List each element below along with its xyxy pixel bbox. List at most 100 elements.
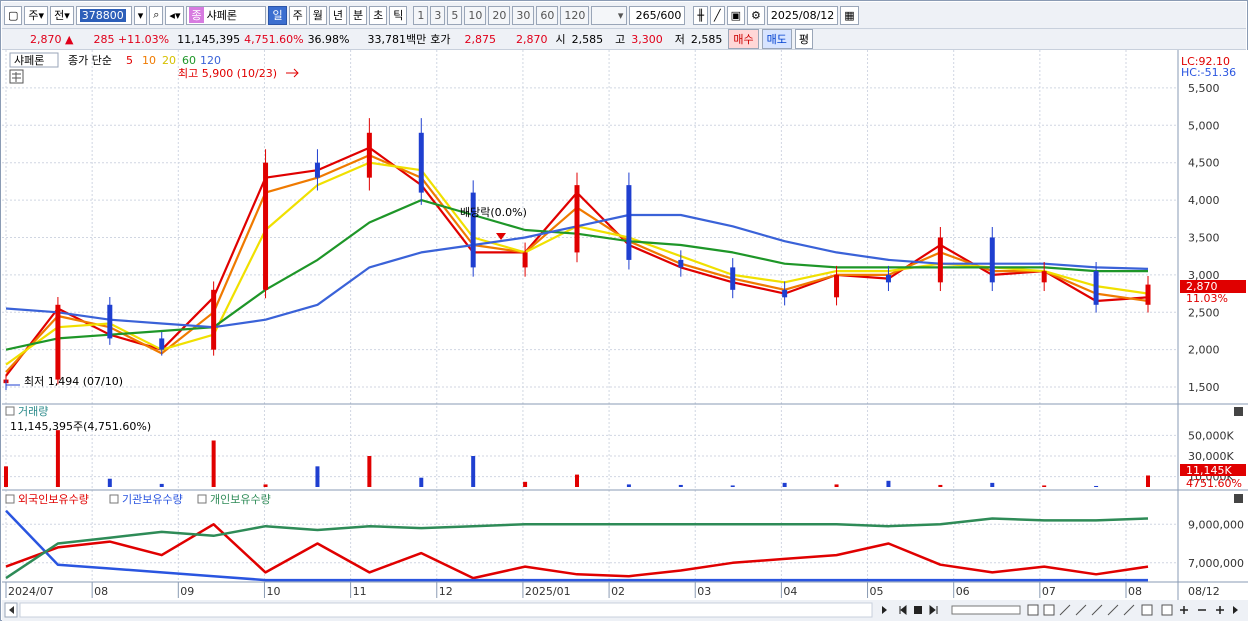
volume-bar: [990, 482, 995, 487]
close-panel-icon[interactable]: [1234, 494, 1243, 503]
low-label: 저: [674, 33, 685, 46]
code-input[interactable]: 378800: [75, 5, 132, 25]
volume-bar: [159, 483, 164, 487]
close-panel-icon[interactable]: [1234, 407, 1243, 416]
ma-title[interactable]: 종가 단순: [68, 54, 112, 67]
period-year-button[interactable]: 년: [328, 5, 347, 25]
count-field[interactable]: 265/600: [629, 5, 686, 25]
candle-body: [418, 132, 424, 193]
volume-bar: [315, 466, 320, 487]
gear-icon[interactable]: ⚙: [747, 5, 765, 25]
period-minute-button[interactable]: 분: [348, 5, 368, 25]
ma-120-label[interactable]: 120: [200, 54, 221, 67]
price-tick-label: 3,500: [1188, 231, 1220, 244]
split-icon[interactable]: [1043, 604, 1055, 616]
volume-bar: [678, 484, 683, 487]
volume-title[interactable]: 거래량: [18, 405, 48, 418]
ma-20-label[interactable]: 20: [162, 54, 176, 67]
x-tick-label: 12: [439, 585, 453, 598]
volume-bar: [471, 456, 476, 487]
hoga-label: 호가: [430, 33, 451, 46]
save-icon[interactable]: ▣: [726, 5, 745, 25]
candle-body: [314, 162, 320, 178]
date-field[interactable]: 2025/08/12: [766, 5, 839, 25]
search-icon[interactable]: ⌕: [149, 5, 164, 25]
volume-bar: [523, 481, 528, 487]
stock-legend-name: 샤페론: [14, 54, 44, 67]
foreign-legend-box[interactable]: [5, 494, 15, 504]
eval-button[interactable]: 평: [794, 29, 813, 49]
period-month-button[interactable]: 월: [308, 5, 327, 25]
volume-bar: [575, 474, 579, 487]
x-tick-label: 05: [870, 585, 884, 598]
code-dropdown-icon[interactable]: ▾: [133, 5, 148, 25]
volume-bar: [886, 480, 891, 487]
period-second-button[interactable]: 초: [369, 5, 388, 25]
interval-60-button[interactable]: 60: [536, 5, 559, 25]
stock-name: 샤페론: [206, 9, 237, 22]
dividend-annotation: 배당락(0.0%): [460, 206, 527, 219]
candle-body: [263, 162, 269, 290]
interval-3-button[interactable]: 3: [430, 5, 446, 25]
price-tick-label: 4,000: [1188, 194, 1220, 207]
individual-holding-label[interactable]: 개인보유수량: [210, 493, 271, 506]
zoom-slider[interactable]: [951, 605, 1021, 615]
institution-holding-label[interactable]: 기관보유수량: [122, 493, 183, 506]
candle-body: [211, 289, 217, 350]
volume-bar: [1146, 475, 1150, 487]
scroll-track[interactable]: [19, 602, 873, 618]
interval-20-button[interactable]: 20: [488, 5, 511, 25]
volume-bar: [730, 485, 735, 487]
period-tick-button[interactable]: 틱: [389, 5, 408, 25]
price-tick-label: 4,500: [1188, 157, 1220, 170]
volume-bar: [626, 484, 631, 487]
volume-bar: [1042, 485, 1047, 487]
volume-bar: [938, 484, 943, 487]
individual-legend-box[interactable]: [197, 494, 207, 504]
volume-tick-label: 50,000K: [1188, 429, 1234, 442]
last-volume-pct: 4751.60%: [1186, 477, 1242, 490]
interval-1-button[interactable]: 1: [413, 5, 429, 25]
interval-custom-select[interactable]: ▾: [591, 5, 628, 25]
type-select[interactable]: 주 ▾: [24, 5, 49, 25]
x-tick-label: 09: [180, 585, 194, 598]
interval-120-button[interactable]: 120: [560, 5, 590, 25]
toolbar: ▢ 주 ▾ 전 ▾ 378800 ▾ ⌕ ◂▾ 종 샤페론 일 주 월 년 분 초…: [2, 2, 1246, 29]
candle-icon[interactable]: ╫: [693, 5, 708, 25]
price-change: 285 +11.03%: [93, 32, 170, 46]
interval-5-button[interactable]: 5: [447, 5, 463, 25]
chart-area[interactable]: 5,5005,0004,5004,0003,5003,0002,5002,000…: [2, 50, 1248, 621]
candle-body: [1145, 284, 1151, 305]
ma-10-label[interactable]: 10: [142, 54, 156, 67]
foreign-holding-label[interactable]: 외국인보유수량: [18, 493, 89, 506]
high-label: 고: [615, 33, 626, 46]
sound-icon[interactable]: ◂▾: [165, 5, 185, 25]
interval-30-button[interactable]: 30: [512, 5, 535, 25]
ma-5-label[interactable]: 5: [126, 54, 133, 67]
candle-body: [522, 252, 528, 268]
volume-bar: [1094, 485, 1099, 487]
period-week-button[interactable]: 주: [288, 5, 307, 25]
institution-legend-box[interactable]: [109, 494, 119, 504]
interval-10-button[interactable]: 10: [464, 5, 487, 25]
volume-bar: [55, 430, 60, 487]
copy-icon[interactable]: [1027, 604, 1039, 616]
ma-60-label[interactable]: 60: [182, 54, 196, 67]
draw-tool-icon[interactable]: ╱: [709, 5, 725, 25]
undo-icon[interactable]: [1141, 604, 1153, 616]
holding-tick-label: 7,000,000: [1188, 557, 1244, 570]
buy-button[interactable]: 매수: [728, 29, 759, 49]
x-tick-label: 02: [611, 585, 625, 598]
volume-legend-box[interactable]: [5, 406, 15, 416]
layout-icon[interactable]: ▢: [4, 5, 23, 25]
calendar-icon[interactable]: ▦: [840, 5, 859, 25]
period-select[interactable]: 전 ▾: [50, 5, 74, 25]
sell-button[interactable]: 매도: [761, 29, 792, 49]
hoga-value: 2,875: [464, 32, 497, 46]
reset-icon[interactable]: [1161, 604, 1173, 616]
name-field[interactable]: 종 샤페론: [186, 5, 267, 25]
stop-icon[interactable]: [914, 606, 922, 614]
candle-body: [55, 304, 61, 380]
period-day-button[interactable]: 일: [268, 5, 287, 25]
candle-body: [678, 259, 684, 268]
